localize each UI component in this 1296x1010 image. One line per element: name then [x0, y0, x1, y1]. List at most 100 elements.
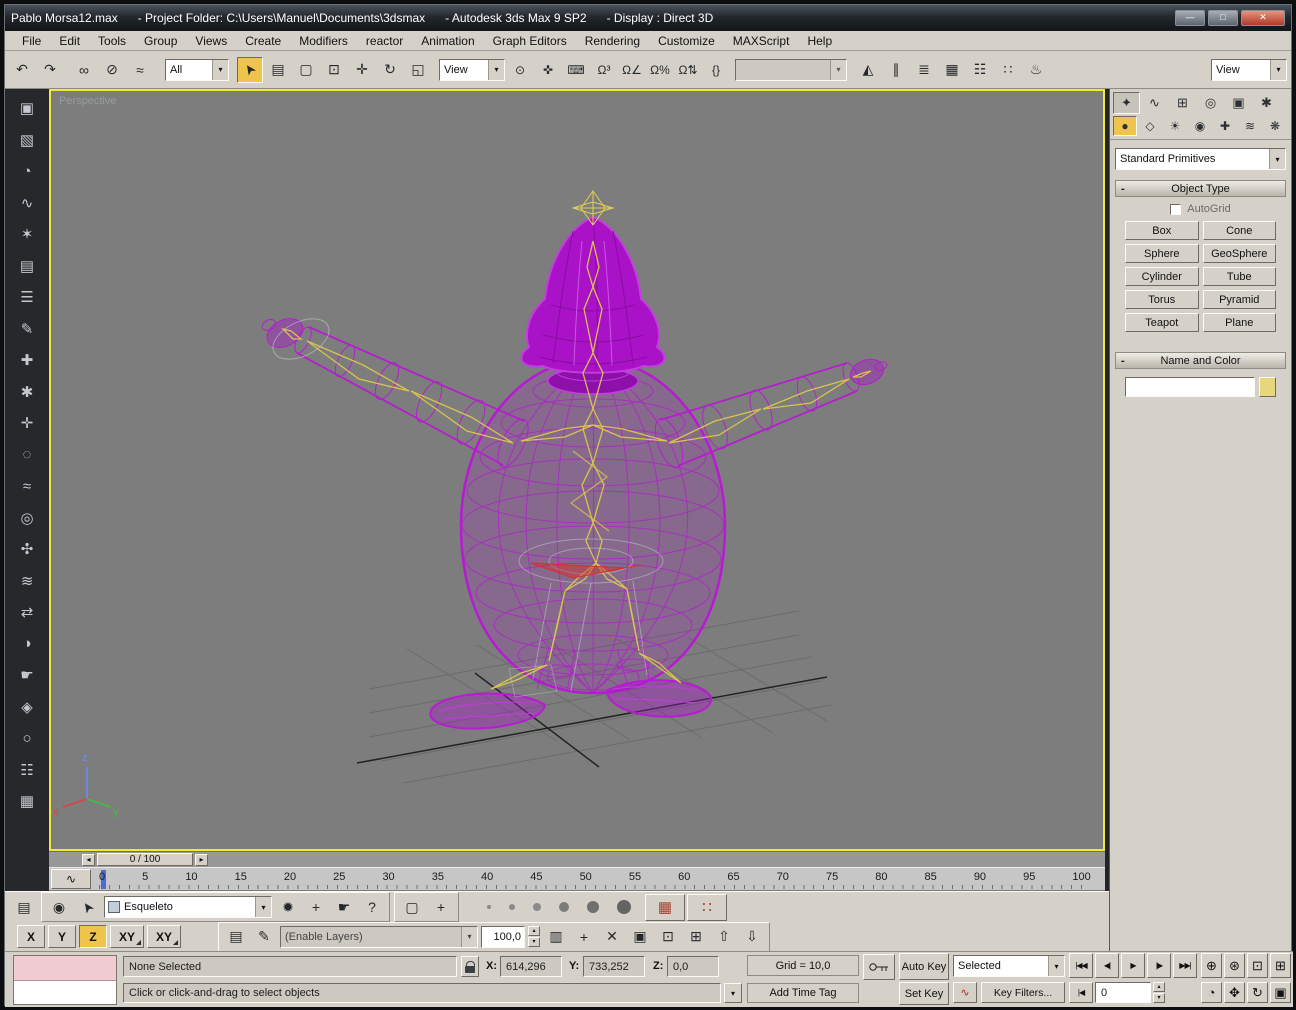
active-layer-dropdown[interactable]: Esqueleto ▾: [104, 896, 272, 918]
tab-create-icon[interactable]: ✦: [1113, 92, 1140, 114]
object-type-button[interactable]: Pyramid: [1202, 290, 1276, 309]
track-bar[interactable]: ∿ 0 5 10 15 20 25 30 35 40 45 50 55 60 65 70 75 80 85 90 95…: [49, 867, 1105, 891]
menu-item[interactable]: Graph Editors: [484, 32, 576, 50]
chevron-down-icon[interactable]: ▾: [212, 59, 228, 80]
category-lights-icon[interactable]: ☀: [1163, 116, 1187, 136]
time-slider-knob[interactable]: 0 / 100: [97, 853, 193, 866]
object-type-button[interactable]: Cylinder: [1125, 267, 1199, 286]
character-head-wireframe[interactable]: [520, 215, 666, 374]
add-key-icon[interactable]: +: [428, 894, 454, 920]
time-slider-track[interactable]: ◂ 0 / 100 ▸: [49, 851, 1105, 867]
next-frame-icon[interactable]: |▶: [1147, 953, 1171, 978]
menu-item[interactable]: Rendering: [576, 32, 649, 50]
render-scene-icon[interactable]: ♨: [1023, 57, 1049, 83]
mini-curve-editor-button[interactable]: ∿: [51, 869, 91, 889]
render-type-dropdown[interactable]: View ▾: [1211, 58, 1287, 81]
layer-down-icon[interactable]: ⇩: [739, 924, 765, 950]
tab-motion-icon[interactable]: ◎: [1197, 92, 1224, 114]
play-icon[interactable]: ▶: [1121, 953, 1145, 978]
solver-icon[interactable]: ○: [13, 725, 41, 751]
dot-size-1[interactable]: [487, 905, 491, 909]
help-pick-icon[interactable]: ?: [359, 894, 385, 920]
preview-animation-icon[interactable]: ◑: [13, 631, 41, 657]
category-systems-icon[interactable]: ❋: [1263, 116, 1287, 136]
listener-macro-pane[interactable]: [14, 956, 116, 981]
bind-to-space-warp-icon[interactable]: ≈: [127, 57, 153, 83]
viewport-canvas[interactable]: z x y: [51, 91, 1103, 849]
tab-modify-icon[interactable]: ∿: [1141, 92, 1168, 114]
deforming-mesh-icon[interactable]: ✶: [13, 221, 41, 247]
object-color-swatch[interactable]: [1259, 377, 1276, 397]
zoom-icon[interactable]: ⊕: [1201, 953, 1222, 978]
utilities-open-icon[interactable]: ▦: [13, 788, 41, 814]
previous-frame-arrow[interactable]: ◂: [82, 854, 95, 866]
select-and-move-icon[interactable]: ✛: [349, 57, 375, 83]
z-coordinate-field[interactable]: 0,0: [667, 956, 719, 977]
selection-filter-dropdown[interactable]: All ▾: [165, 58, 229, 81]
dashpot-icon[interactable]: ✎: [13, 316, 41, 342]
next-frame-arrow[interactable]: ▸: [195, 854, 208, 866]
add-icon[interactable]: +: [303, 894, 329, 920]
chevron-down-icon[interactable]: ▾: [1269, 149, 1285, 169]
angle-snap-icon[interactable]: Ω∠: [619, 57, 645, 83]
key-table-icon[interactable]: ▦: [645, 893, 685, 921]
visibility-eye-icon[interactable]: ◉: [46, 894, 72, 920]
select-and-rotate-icon[interactable]: ↻: [377, 57, 403, 83]
marquee-select-icon[interactable]: ▢: [399, 894, 425, 920]
chevron-down-icon[interactable]: ▾: [1270, 59, 1286, 80]
collapse-icon[interactable]: -: [1121, 183, 1125, 195]
tab-utilities-icon[interactable]: ✱: [1253, 92, 1280, 114]
zoom-all-icon[interactable]: ⊛: [1224, 953, 1245, 978]
pick-cursor-icon[interactable]: ☛: [331, 894, 357, 920]
spring-icon[interactable]: ☰: [13, 284, 41, 310]
title-bar[interactable]: Pablo Morsa12.max - Project Folder: C:\U…: [5, 5, 1291, 31]
cloth-collection-icon[interactable]: ▧: [13, 127, 41, 153]
tab-hierarchy-icon[interactable]: ⊞: [1169, 92, 1196, 114]
pan-icon[interactable]: ✥: [1224, 982, 1245, 1003]
menu-item[interactable]: reactor: [357, 32, 412, 50]
object-type-button[interactable]: Teapot: [1125, 313, 1199, 332]
select-by-name-icon[interactable]: ▤: [265, 57, 291, 83]
copy-layer-icon[interactable]: ▣: [627, 924, 653, 950]
layer-list-icon[interactable]: ▤: [223, 924, 249, 950]
spinner-snap-icon[interactable]: Ω⇅: [675, 57, 701, 83]
chevron-down-icon[interactable]: ▾: [488, 59, 504, 80]
object-type-button[interactable]: Torus: [1125, 290, 1199, 309]
close-button[interactable]: ✕: [1241, 10, 1285, 26]
menu-item[interactable]: Group: [135, 32, 186, 50]
rectangular-selection-region-icon[interactable]: ▢: [293, 57, 319, 83]
layer-up-icon[interactable]: ⇧: [711, 924, 737, 950]
object-name-input[interactable]: [1125, 377, 1255, 397]
plane-icon[interactable]: ▤: [13, 253, 41, 279]
motor-icon[interactable]: ◎: [13, 505, 41, 531]
key-mode-dropdown[interactable]: Selected ▾: [953, 955, 1065, 977]
tab-display-icon[interactable]: ▣: [1225, 92, 1252, 114]
spinner-up-icon[interactable]: ▴: [1153, 982, 1165, 992]
zoom-extents-icon[interactable]: ⊡: [1247, 953, 1268, 978]
hinge-icon[interactable]: ✚: [13, 347, 41, 373]
redo-icon[interactable]: ↷: [37, 57, 63, 83]
paste-layer-icon[interactable]: ⊡: [655, 924, 681, 950]
undo-icon[interactable]: ↶: [9, 57, 35, 83]
new-layer-icon[interactable]: ▥: [543, 924, 569, 950]
object-type-button[interactable]: Plane: [1202, 313, 1276, 332]
enable-layers-dropdown[interactable]: (Enable Layers) ▾: [280, 925, 478, 948]
add-time-tag-button[interactable]: Add Time Tag: [747, 983, 859, 1003]
object-type-button[interactable]: Sphere: [1125, 244, 1199, 263]
axis-constraint-xy[interactable]: XY: [110, 925, 144, 948]
dot-size-2[interactable]: [509, 904, 515, 910]
category-helpers-icon[interactable]: ✚: [1213, 116, 1237, 136]
x-coordinate-field[interactable]: 614,296: [500, 956, 562, 977]
edit-named-selection-sets-icon[interactable]: {}: [703, 57, 729, 83]
select-cursor-icon[interactable]: ➤: [75, 894, 101, 920]
menu-item[interactable]: Edit: [50, 32, 89, 50]
point-point-constraint-icon[interactable]: ✱: [13, 379, 41, 405]
rope-collection-icon[interactable]: ∿: [13, 190, 41, 216]
delete-layer-icon[interactable]: ✕: [599, 924, 625, 950]
chevron-down-icon[interactable]: ▾: [461, 926, 477, 947]
curve-editor-icon[interactable]: ▦: [939, 57, 965, 83]
water-icon[interactable]: ≋: [13, 568, 41, 594]
layer-weight-field[interactable]: 100,0: [481, 925, 525, 948]
unlink-selection-icon[interactable]: ⊘: [99, 57, 125, 83]
dot-size-5[interactable]: [587, 901, 599, 913]
